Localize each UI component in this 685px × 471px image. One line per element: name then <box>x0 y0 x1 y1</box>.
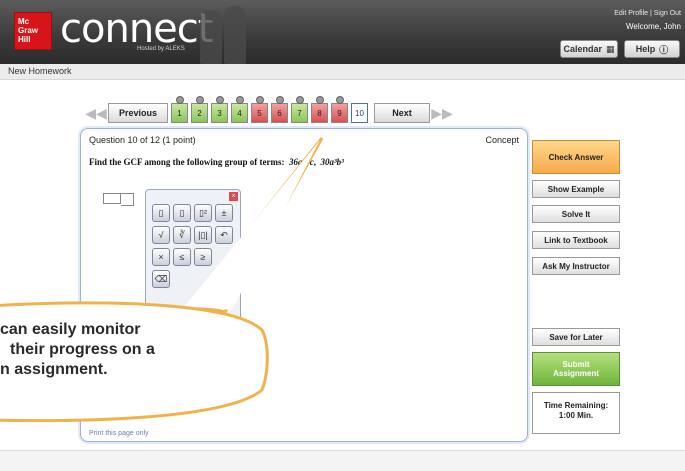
show-example-button[interactable]: Show Example <box>532 180 620 198</box>
question-cell-6[interactable]: 6 <box>271 96 288 123</box>
previous-button[interactable]: Previous <box>108 103 168 123</box>
solve-it-button[interactable]: Solve It <box>532 205 620 223</box>
question-cell-5[interactable]: 5 <box>251 96 268 123</box>
greater-equal-key[interactable]: ≥ <box>194 248 212 266</box>
question-cell-10[interactable]: 10 <box>351 103 368 123</box>
status-dot-icon <box>316 96 324 104</box>
question-panel: Question 10 of 12 (1 point) Concept Find… <box>80 128 528 442</box>
question-cell-1[interactable]: 1 <box>171 96 188 123</box>
question-number: Question 10 of 12 (1 point) <box>89 135 196 145</box>
less-equal-key[interactable]: ≤ <box>173 248 191 266</box>
term-1: 36a²bc <box>289 157 314 167</box>
page-title: New Homework <box>8 66 72 76</box>
mixed-number-key[interactable]: ▯ <box>173 204 191 222</box>
decorative-figure <box>200 10 222 64</box>
question-prompt: Find the GCF among the following group o… <box>89 157 344 167</box>
page-footer <box>0 450 685 471</box>
profile-links[interactable]: Edit Profile | Sign Out <box>614 10 681 17</box>
math-palette: × ▯ ▯ ▯² ± √ ∛ |▯| ↶ × ≤ ≥ ⌫ <box>145 189 241 329</box>
status-dot-icon <box>176 96 184 104</box>
mcgraw-hill-logo: Mc Graw Hill <box>14 12 52 50</box>
print-page-link[interactable]: Print this page only <box>89 430 149 437</box>
status-dot-icon <box>216 96 224 104</box>
delete-key[interactable]: ⌫ <box>152 270 170 288</box>
next-button[interactable]: Next <box>374 103 430 123</box>
question-cell-9[interactable]: 9 <box>331 96 348 123</box>
calendar-icon: ▦ <box>606 43 615 54</box>
question-cell-8[interactable]: 8 <box>311 96 328 123</box>
times-key[interactable]: × <box>152 248 170 266</box>
undo-key[interactable]: ↶ <box>215 226 233 244</box>
status-dot-icon <box>336 96 344 104</box>
subscript-key[interactable]: ± <box>215 204 233 222</box>
hosted-by-label: Hosted by ALEKS <box>137 46 185 52</box>
answer-input[interactable] <box>103 193 134 206</box>
concept-link[interactable]: Concept <box>485 135 519 145</box>
question-cells: 1 2 3 4 5 6 7 8 9 10 <box>168 96 368 123</box>
app-header: Mc Graw Hill connect Hosted by ALEKS Edi… <box>0 0 685 64</box>
term-2: 30a³b³ <box>320 157 344 167</box>
abs-key[interactable]: |▯| <box>194 226 212 244</box>
ask-instructor-button[interactable]: Ask My Instructor <box>532 257 620 275</box>
question-navigator: ◀◀ Previous 1 2 3 4 5 6 7 8 9 10 Next ▶▶ <box>85 96 453 124</box>
exponent-key[interactable]: ▯² <box>194 204 212 222</box>
save-later-button[interactable]: Save for Later <box>532 328 620 346</box>
question-cell-7[interactable]: 7 <box>291 96 308 123</box>
help-icon: ⓘ <box>659 44 669 55</box>
status-dot-icon <box>256 96 264 104</box>
calendar-button[interactable]: Calendar ▦ <box>560 40 618 58</box>
time-remaining-box: Time Remaining: 1:00 Min. <box>532 392 620 434</box>
fraction-key[interactable]: ▯ <box>152 204 170 222</box>
question-cell-3[interactable]: 3 <box>211 96 228 123</box>
nth-root-key[interactable]: ∛ <box>173 226 191 244</box>
welcome-text: Welcome, John <box>626 22 681 31</box>
sqrt-key[interactable]: √ <box>152 226 170 244</box>
question-cell-2[interactable]: 2 <box>191 96 208 123</box>
status-dot-icon <box>296 96 304 104</box>
last-arrow-icon[interactable]: ▶▶ <box>431 104 453 122</box>
submit-assignment-button[interactable]: Submit Assignment <box>532 352 620 386</box>
status-dot-icon <box>276 96 284 104</box>
first-arrow-icon[interactable]: ◀◀ <box>85 104 107 122</box>
page-title-bar: New Homework <box>0 64 685 80</box>
status-dot-icon <box>236 96 244 104</box>
decorative-figure <box>224 6 246 64</box>
status-dot-icon <box>196 96 204 104</box>
help-button[interactable]: Help ⓘ <box>624 40 680 58</box>
link-textbook-button[interactable]: Link to Textbook <box>532 231 620 249</box>
check-answer-button[interactable]: Check Answer <box>532 140 620 174</box>
callout-text: can easily monitor their progress on a n… <box>0 321 155 378</box>
close-icon[interactable]: × <box>229 192 238 201</box>
question-cell-4[interactable]: 4 <box>231 96 248 123</box>
